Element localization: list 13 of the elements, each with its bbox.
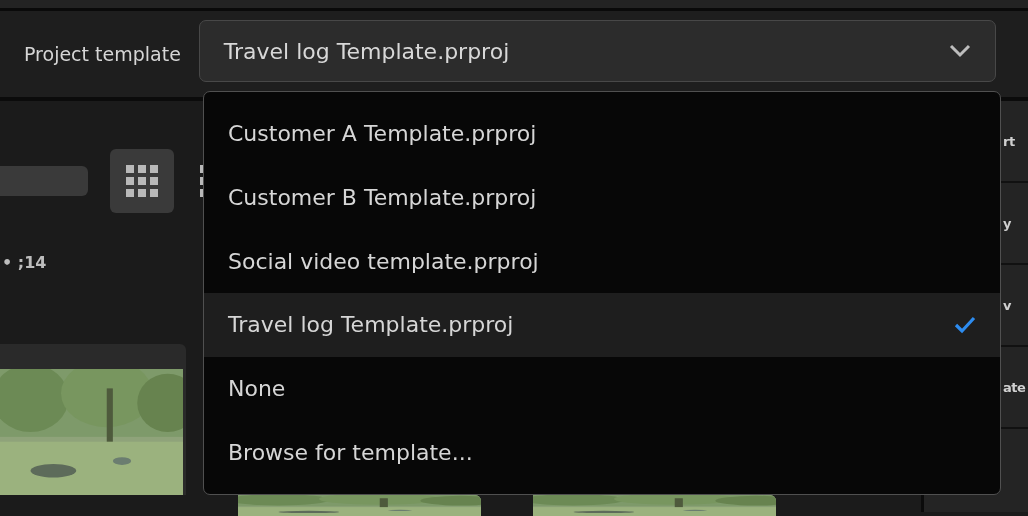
menu-item[interactable]: Travel log Template.prproj bbox=[204, 293, 1000, 357]
menu-item[interactable]: Browse for template... bbox=[204, 420, 1000, 485]
panel-text: y bbox=[1003, 215, 1011, 231]
field-label: Project template bbox=[24, 43, 181, 65]
panel-text: rt bbox=[1003, 133, 1015, 149]
template-dropdown[interactable]: Travel log Template.prproj bbox=[198, 20, 996, 82]
panel-text: ate bbox=[1003, 379, 1026, 395]
menu-item[interactable]: Social video template.prproj bbox=[204, 229, 1000, 293]
menu-item[interactable]: Customer B Template.prproj bbox=[204, 165, 1000, 230]
menu-item[interactable]: Customer A Template.prproj bbox=[204, 102, 1000, 166]
panel-text: v bbox=[1003, 297, 1011, 313]
timecode: • ;14 bbox=[1, 253, 47, 272]
menu-item[interactable]: None bbox=[204, 356, 1000, 421]
